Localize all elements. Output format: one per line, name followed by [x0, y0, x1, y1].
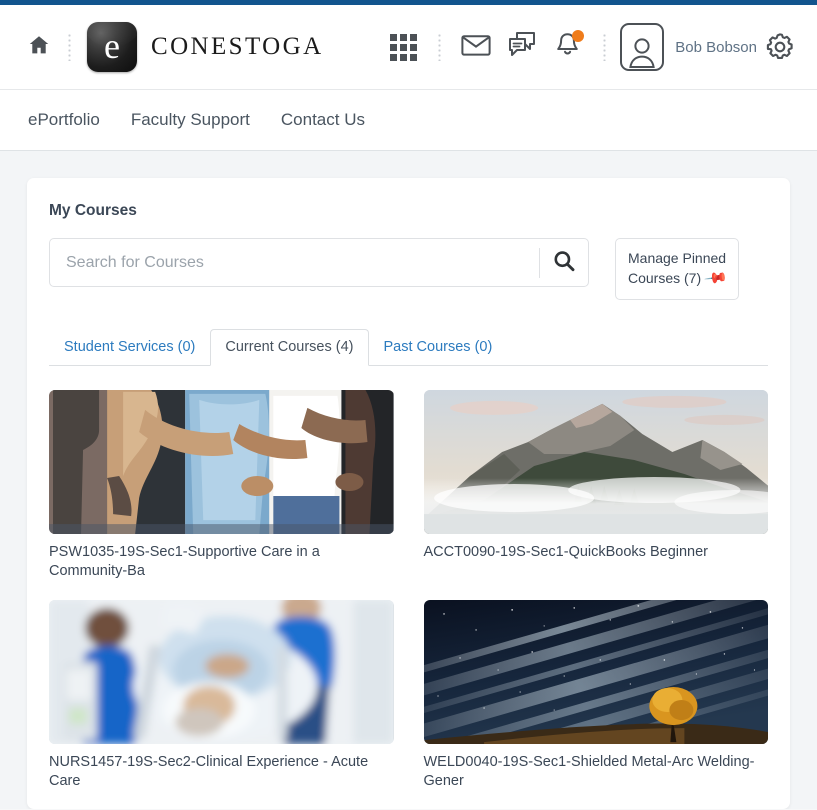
brand-letter: e — [104, 26, 120, 66]
manage-pinned-courses-button[interactable]: Manage Pinned Courses (7) 📌 — [615, 238, 740, 301]
course-thumbnail-group-of-people — [49, 390, 394, 535]
course-thumbnail-night-sky — [423, 600, 768, 745]
pin-icon: 📌 — [703, 266, 729, 292]
my-courses-panel: My Courses Manage Pinned Courses (7)📌 — [27, 178, 790, 809]
course-thumbnail-hospital — [49, 600, 394, 745]
home-button[interactable] — [22, 30, 56, 64]
settings-button[interactable] — [757, 24, 803, 70]
course-title: ACCT0090-19S-Sec1-QuickBooks Beginner — [423, 544, 709, 561]
page-body: My Courses Manage Pinned Courses (7)📌 — [0, 151, 817, 809]
tab-current-courses[interactable]: Current Courses (4) — [210, 329, 369, 367]
waffle-menu-icon — [389, 33, 417, 61]
course-card[interactable]: ACCT0090-19S-Sec1-QuickBooks Beginner — [423, 390, 768, 581]
gear-icon — [766, 31, 794, 64]
course-card[interactable]: PSW1035-19S-Sec1-Supportive Care in a Co… — [49, 390, 394, 581]
main-navigation: ePortfolio Faculty Support Contact Us — [0, 90, 817, 151]
pin-button-line-2: Courses (7) — [628, 270, 702, 287]
header-icon-group: Bob Bobson — [380, 23, 803, 71]
nav-link-contact-us[interactable]: Contact Us — [281, 110, 365, 130]
header-divider-2 — [438, 33, 442, 61]
course-title: NURS1457-19S-Sec2-Clinical Experience - … — [49, 754, 369, 790]
home-icon — [27, 33, 51, 62]
user-menu[interactable]: Bob Bobson — [620, 23, 757, 71]
tab-student-services[interactable]: Student Services (0) — [49, 329, 210, 366]
email-icon — [461, 33, 491, 62]
search-input[interactable] — [50, 239, 539, 286]
search-icon — [552, 249, 576, 276]
site-header: e CONESTOGA Bob Bobson — [0, 5, 817, 90]
course-grid: PSW1035-19S-Sec1-Supportive Care in a Co… — [49, 390, 768, 792]
search-box — [49, 238, 589, 287]
brand-wordmark: CONESTOGA — [151, 33, 324, 60]
pin-button-line-1: Manage Pinned — [628, 250, 727, 266]
email-button[interactable] — [453, 24, 499, 70]
nav-link-faculty-support[interactable]: Faculty Support — [131, 110, 250, 130]
avatar — [620, 23, 665, 71]
header-divider-3 — [603, 33, 607, 61]
course-card[interactable]: WELD0040-19S-Sec1-Shielded Metal-Arc Wel… — [423, 600, 768, 791]
course-title: PSW1035-19S-Sec1-Supportive Care in a Co… — [49, 544, 320, 580]
search-row: Manage Pinned Courses (7)📌 — [49, 238, 768, 301]
course-thumbnail-mountain — [423, 390, 768, 535]
notifications-button[interactable] — [545, 24, 591, 70]
course-tabs: Student Services (0) Current Courses (4)… — [49, 329, 768, 367]
nav-link-eportfolio[interactable]: ePortfolio — [28, 110, 100, 130]
tab-past-courses[interactable]: Past Courses (0) — [369, 329, 508, 366]
course-title: WELD0040-19S-Sec1-Shielded Metal-Arc Wel… — [423, 754, 755, 790]
brand-logo[interactable]: e CONESTOGA — [87, 22, 324, 72]
search-button[interactable] — [540, 239, 588, 286]
notification-badge — [572, 30, 585, 42]
page-title: My Courses — [49, 202, 137, 219]
waffle-menu-button[interactable] — [380, 24, 426, 70]
user-name-label: Bob Bobson — [675, 38, 757, 56]
header-divider-1 — [68, 33, 71, 61]
chat-button[interactable] — [499, 24, 545, 70]
course-card[interactable]: NURS1457-19S-Sec2-Clinical Experience - … — [49, 600, 394, 791]
brand-mark-icon: e — [87, 22, 137, 72]
chat-icon — [507, 31, 537, 64]
